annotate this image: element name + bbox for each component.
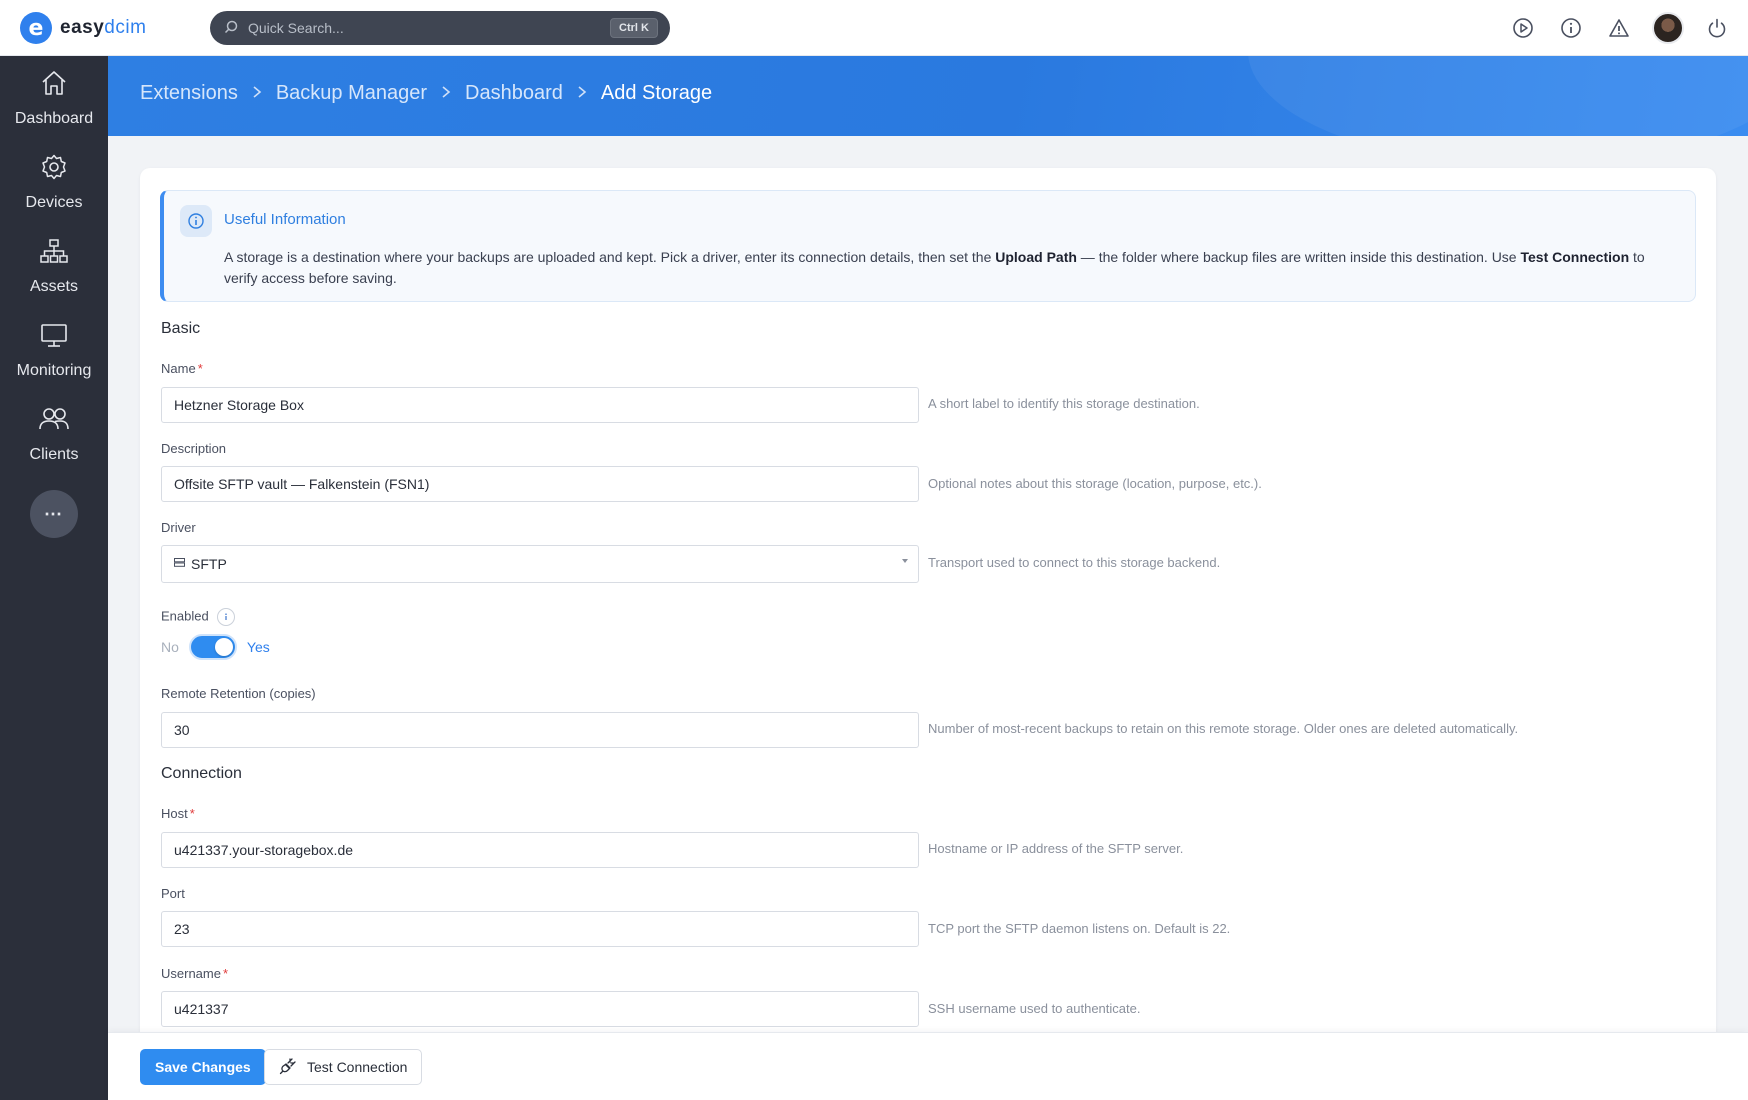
gear-icon [40,153,68,186]
name-label: Name * [161,361,203,376]
test-connection-label: Test Connection [307,1059,408,1075]
description-label: Description [161,441,227,456]
port-help: TCP port the SFTP daemon listens on. Def… [928,921,1231,936]
plug-icon [279,1057,297,1078]
toggle-knob [214,638,233,656]
sidebar-item-label: Dashboard [14,109,94,127]
breadcrumb-current: Add Storage [600,82,713,104]
section-title-connection: Connection [161,765,242,782]
driver-select[interactable]: SFTP [161,545,919,583]
app-logo[interactable]: e easydcim [20,12,146,44]
sidebar-item-dashboard[interactable]: Dashboard [0,56,108,140]
section-title-basic: Basic [161,320,201,337]
sidebar-item-label: Monitoring [16,361,92,379]
top-bar: e easydcim Ctrl K [0,0,1748,56]
toggle-on-label: Yes [246,639,270,655]
action-bar: Save Changes Test Connection [108,1032,1748,1100]
save-button[interactable]: Save Changes [140,1049,266,1085]
enabled-label: Enabled [161,608,235,626]
info-text: A storage is a destination where your ba… [224,249,1645,286]
breadcrumb: Extensions Backup Manager Dashboard Add … [140,82,712,105]
info-icon[interactable] [1556,13,1586,43]
quick-search[interactable]: Ctrl K [210,11,670,45]
form-card: Useful Information A storage is a destin… [140,168,1716,1048]
description-field[interactable]: Offsite SFTP vault — Falkenstein (FSN1) [161,466,919,502]
sidebar-item-assets[interactable]: Assets [0,224,108,308]
driver-label: Driver [161,520,196,535]
host-field[interactable]: u421337.your-storagebox.de [161,832,919,868]
info-icon [180,205,212,237]
sidebar-item-label: Clients [29,445,79,463]
page-header: Extensions Backup Manager Dashboard Add … [108,56,1748,136]
chevron-down-icon [902,559,908,563]
avatar[interactable] [1652,12,1684,44]
chevron-right-icon [577,83,587,104]
hierarchy-icon [39,237,69,270]
retention-field[interactable]: 30 [161,712,919,748]
enabled-toggle[interactable] [188,634,237,660]
name-help: A short label to identify this storage d… [928,396,1200,411]
username-label: Username * [161,966,229,981]
server-icon [174,558,185,570]
breadcrumb-backup-manager[interactable]: Backup Manager [276,82,427,105]
username-help: SSH username used to authenticate. [928,1001,1141,1016]
port-label: Port [161,886,185,901]
info-title: Useful Information [224,211,346,228]
sidebar-item-label: Devices [25,193,83,211]
header-decoration [1248,56,1748,136]
name-field[interactable]: Hetzner Storage Box [161,387,919,423]
sidebar-item-label: Assets [29,277,78,295]
retention-help: Number of most-recent backups to retain … [928,721,1519,736]
username-field[interactable]: u421337 [161,991,919,1027]
users-icon [38,405,70,438]
breadcrumb-extensions[interactable]: Extensions [140,82,238,105]
search-shortcut-badge: Ctrl K [610,18,658,38]
search-input[interactable] [248,20,611,36]
breadcrumb-dashboard[interactable]: Dashboard [465,82,563,105]
home-icon [39,69,69,102]
port-field[interactable]: 23 [161,911,919,947]
warning-icon[interactable] [1604,13,1634,43]
more-menu-button[interactable]: ⋯ [30,490,78,538]
driver-value: SFTP [191,556,227,572]
toggle-off-label: No [161,639,179,655]
search-icon [224,20,238,37]
sidebar: Dashboard Devices Assets Monitoring Clie… [0,56,108,1100]
chevron-right-icon [252,83,262,104]
test-connection-button[interactable]: Test Connection [264,1049,423,1085]
host-help: Hostname or IP address of the SFTP serve… [928,841,1184,856]
play-circle-icon[interactable] [1508,13,1538,43]
logo-text: easydcim [60,17,147,38]
driver-help: Transport used to connect to this storag… [928,555,1221,570]
sidebar-item-monitoring[interactable]: Monitoring [0,308,108,392]
power-icon[interactable] [1702,13,1732,43]
logo-mark: e [20,12,52,44]
monitor-icon [39,321,69,354]
host-label: Host * [161,806,195,821]
chevron-right-icon [441,83,451,104]
sidebar-item-devices[interactable]: Devices [0,140,108,224]
sidebar-item-clients[interactable]: Clients [0,392,108,476]
retention-label: Remote Retention (copies) [161,686,316,701]
info-panel: Useful Information A storage is a destin… [160,190,1696,302]
info-icon[interactable] [216,608,235,626]
description-help: Optional notes about this storage (locat… [928,476,1262,491]
enabled-toggle-row: No Yes [161,634,270,660]
